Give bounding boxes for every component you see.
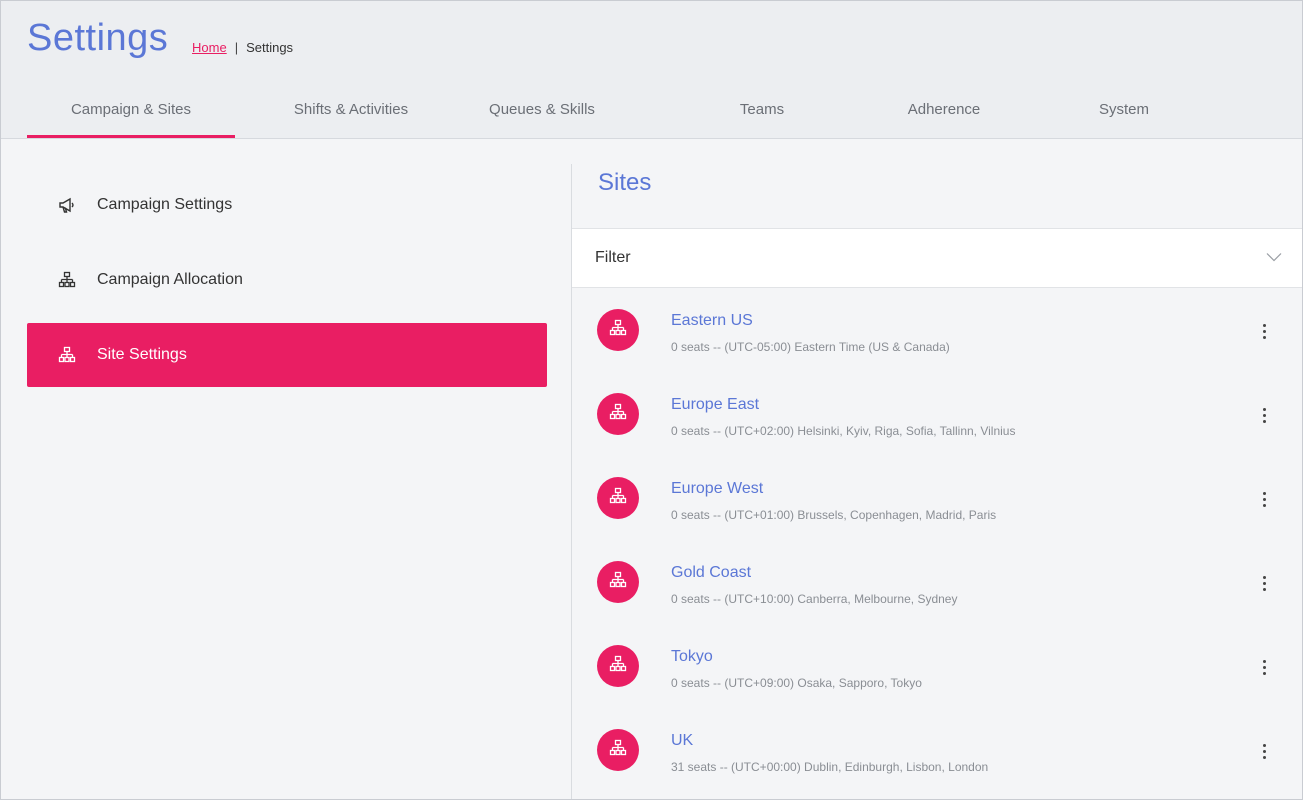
- more-options-button[interactable]: [1252, 739, 1276, 763]
- breadcrumb: Home | Settings: [192, 40, 293, 55]
- sitemap-icon: [609, 487, 627, 510]
- breadcrumb-separator: |: [234, 40, 239, 55]
- site-description: 0 seats -- (UTC+01:00) Brussels, Copenha…: [671, 508, 997, 522]
- more-options-button[interactable]: [1252, 571, 1276, 595]
- site-name-link[interactable]: Tokyo: [671, 648, 713, 666]
- site-name-link[interactable]: Europe East: [671, 396, 759, 414]
- sites-panel: Sites Filter Eastern US 0 seats -- (UTC-…: [572, 164, 1302, 799]
- more-options-button[interactable]: [1252, 487, 1276, 511]
- page-title: Settings: [27, 17, 169, 59]
- chevron-down-icon: [1266, 249, 1282, 267]
- sidebar-item-label: Site Settings: [97, 346, 187, 363]
- list-item: Eastern US 0 seats -- (UTC-05:00) Easter…: [572, 289, 1302, 373]
- more-options-button[interactable]: [1252, 403, 1276, 427]
- filter-dropdown[interactable]: Filter: [572, 228, 1302, 288]
- list-item: UK 31 seats -- (UTC+00:00) Dublin, Edinb…: [572, 709, 1302, 793]
- tab-campaign-sites[interactable]: Campaign & Sites: [27, 91, 235, 138]
- site-name-link[interactable]: Europe West: [671, 480, 763, 498]
- site-avatar: [597, 477, 639, 519]
- site-avatar: [597, 309, 639, 351]
- site-description: 0 seats -- (UTC+09:00) Osaka, Sapporo, T…: [671, 676, 922, 690]
- tab-adherence[interactable]: Adherence: [854, 91, 1034, 137]
- site-avatar: [597, 645, 639, 687]
- tab-shifts-activities[interactable]: Shifts & Activities: [247, 91, 455, 137]
- tab-system[interactable]: System: [1034, 91, 1214, 137]
- app-window: Settings Home | Settings Campaign & Site…: [0, 0, 1303, 800]
- sitemap-icon: [57, 345, 77, 365]
- sites-title: Sites: [598, 169, 652, 196]
- sidebar-item-campaign-settings[interactable]: Campaign Settings: [27, 173, 547, 237]
- tab-bar: Campaign & Sites Shifts & Activities Que…: [27, 91, 1214, 138]
- megaphone-icon: [57, 195, 77, 215]
- sitemap-icon: [57, 270, 77, 290]
- sitemap-icon: [609, 403, 627, 426]
- more-options-button[interactable]: [1252, 655, 1276, 679]
- site-description: 0 seats -- (UTC+10:00) Canberra, Melbour…: [671, 592, 958, 606]
- sitemap-icon: [609, 655, 627, 678]
- list-item: Europe West 0 seats -- (UTC+01:00) Bruss…: [572, 457, 1302, 541]
- list-item: Europe East 0 seats -- (UTC+02:00) Helsi…: [572, 373, 1302, 457]
- site-name-link[interactable]: UK: [671, 732, 693, 750]
- list-item: Gold Coast 0 seats -- (UTC+10:00) Canber…: [572, 541, 1302, 625]
- site-description: 31 seats -- (UTC+00:00) Dublin, Edinburg…: [671, 760, 989, 774]
- sidebar-item-label: Campaign Settings: [97, 196, 233, 213]
- sidebar-item-label: Campaign Allocation: [97, 271, 243, 288]
- site-name-link[interactable]: Gold Coast: [671, 564, 751, 582]
- site-avatar: [597, 393, 639, 435]
- tab-queues-skills[interactable]: Queues & Skills: [452, 91, 632, 137]
- sidebar-item-site-settings[interactable]: Site Settings: [27, 323, 547, 387]
- sitemap-icon: [609, 571, 627, 594]
- breadcrumb-home-link[interactable]: Home: [192, 40, 227, 55]
- site-name-link[interactable]: Eastern US: [671, 312, 753, 330]
- tab-teams[interactable]: Teams: [672, 91, 852, 137]
- breadcrumb-current: Settings: [246, 40, 294, 55]
- header: Settings Home | Settings Campaign & Site…: [1, 1, 1302, 139]
- more-options-button[interactable]: [1252, 319, 1276, 343]
- site-avatar: [597, 561, 639, 603]
- filter-label: Filter: [595, 249, 631, 266]
- site-description: 0 seats -- (UTC+02:00) Helsinki, Kyiv, R…: [671, 424, 1016, 438]
- site-avatar: [597, 729, 639, 771]
- site-list: Eastern US 0 seats -- (UTC-05:00) Easter…: [572, 289, 1302, 793]
- sidebar-item-campaign-allocation[interactable]: Campaign Allocation: [27, 248, 547, 312]
- sitemap-icon: [609, 739, 627, 762]
- sitemap-icon: [609, 319, 627, 342]
- sidebar-menu: Campaign Settings Campaign Allocation Si…: [27, 173, 547, 398]
- site-description: 0 seats -- (UTC-05:00) Eastern Time (US …: [671, 340, 950, 354]
- list-item: Tokyo 0 seats -- (UTC+09:00) Osaka, Sapp…: [572, 625, 1302, 709]
